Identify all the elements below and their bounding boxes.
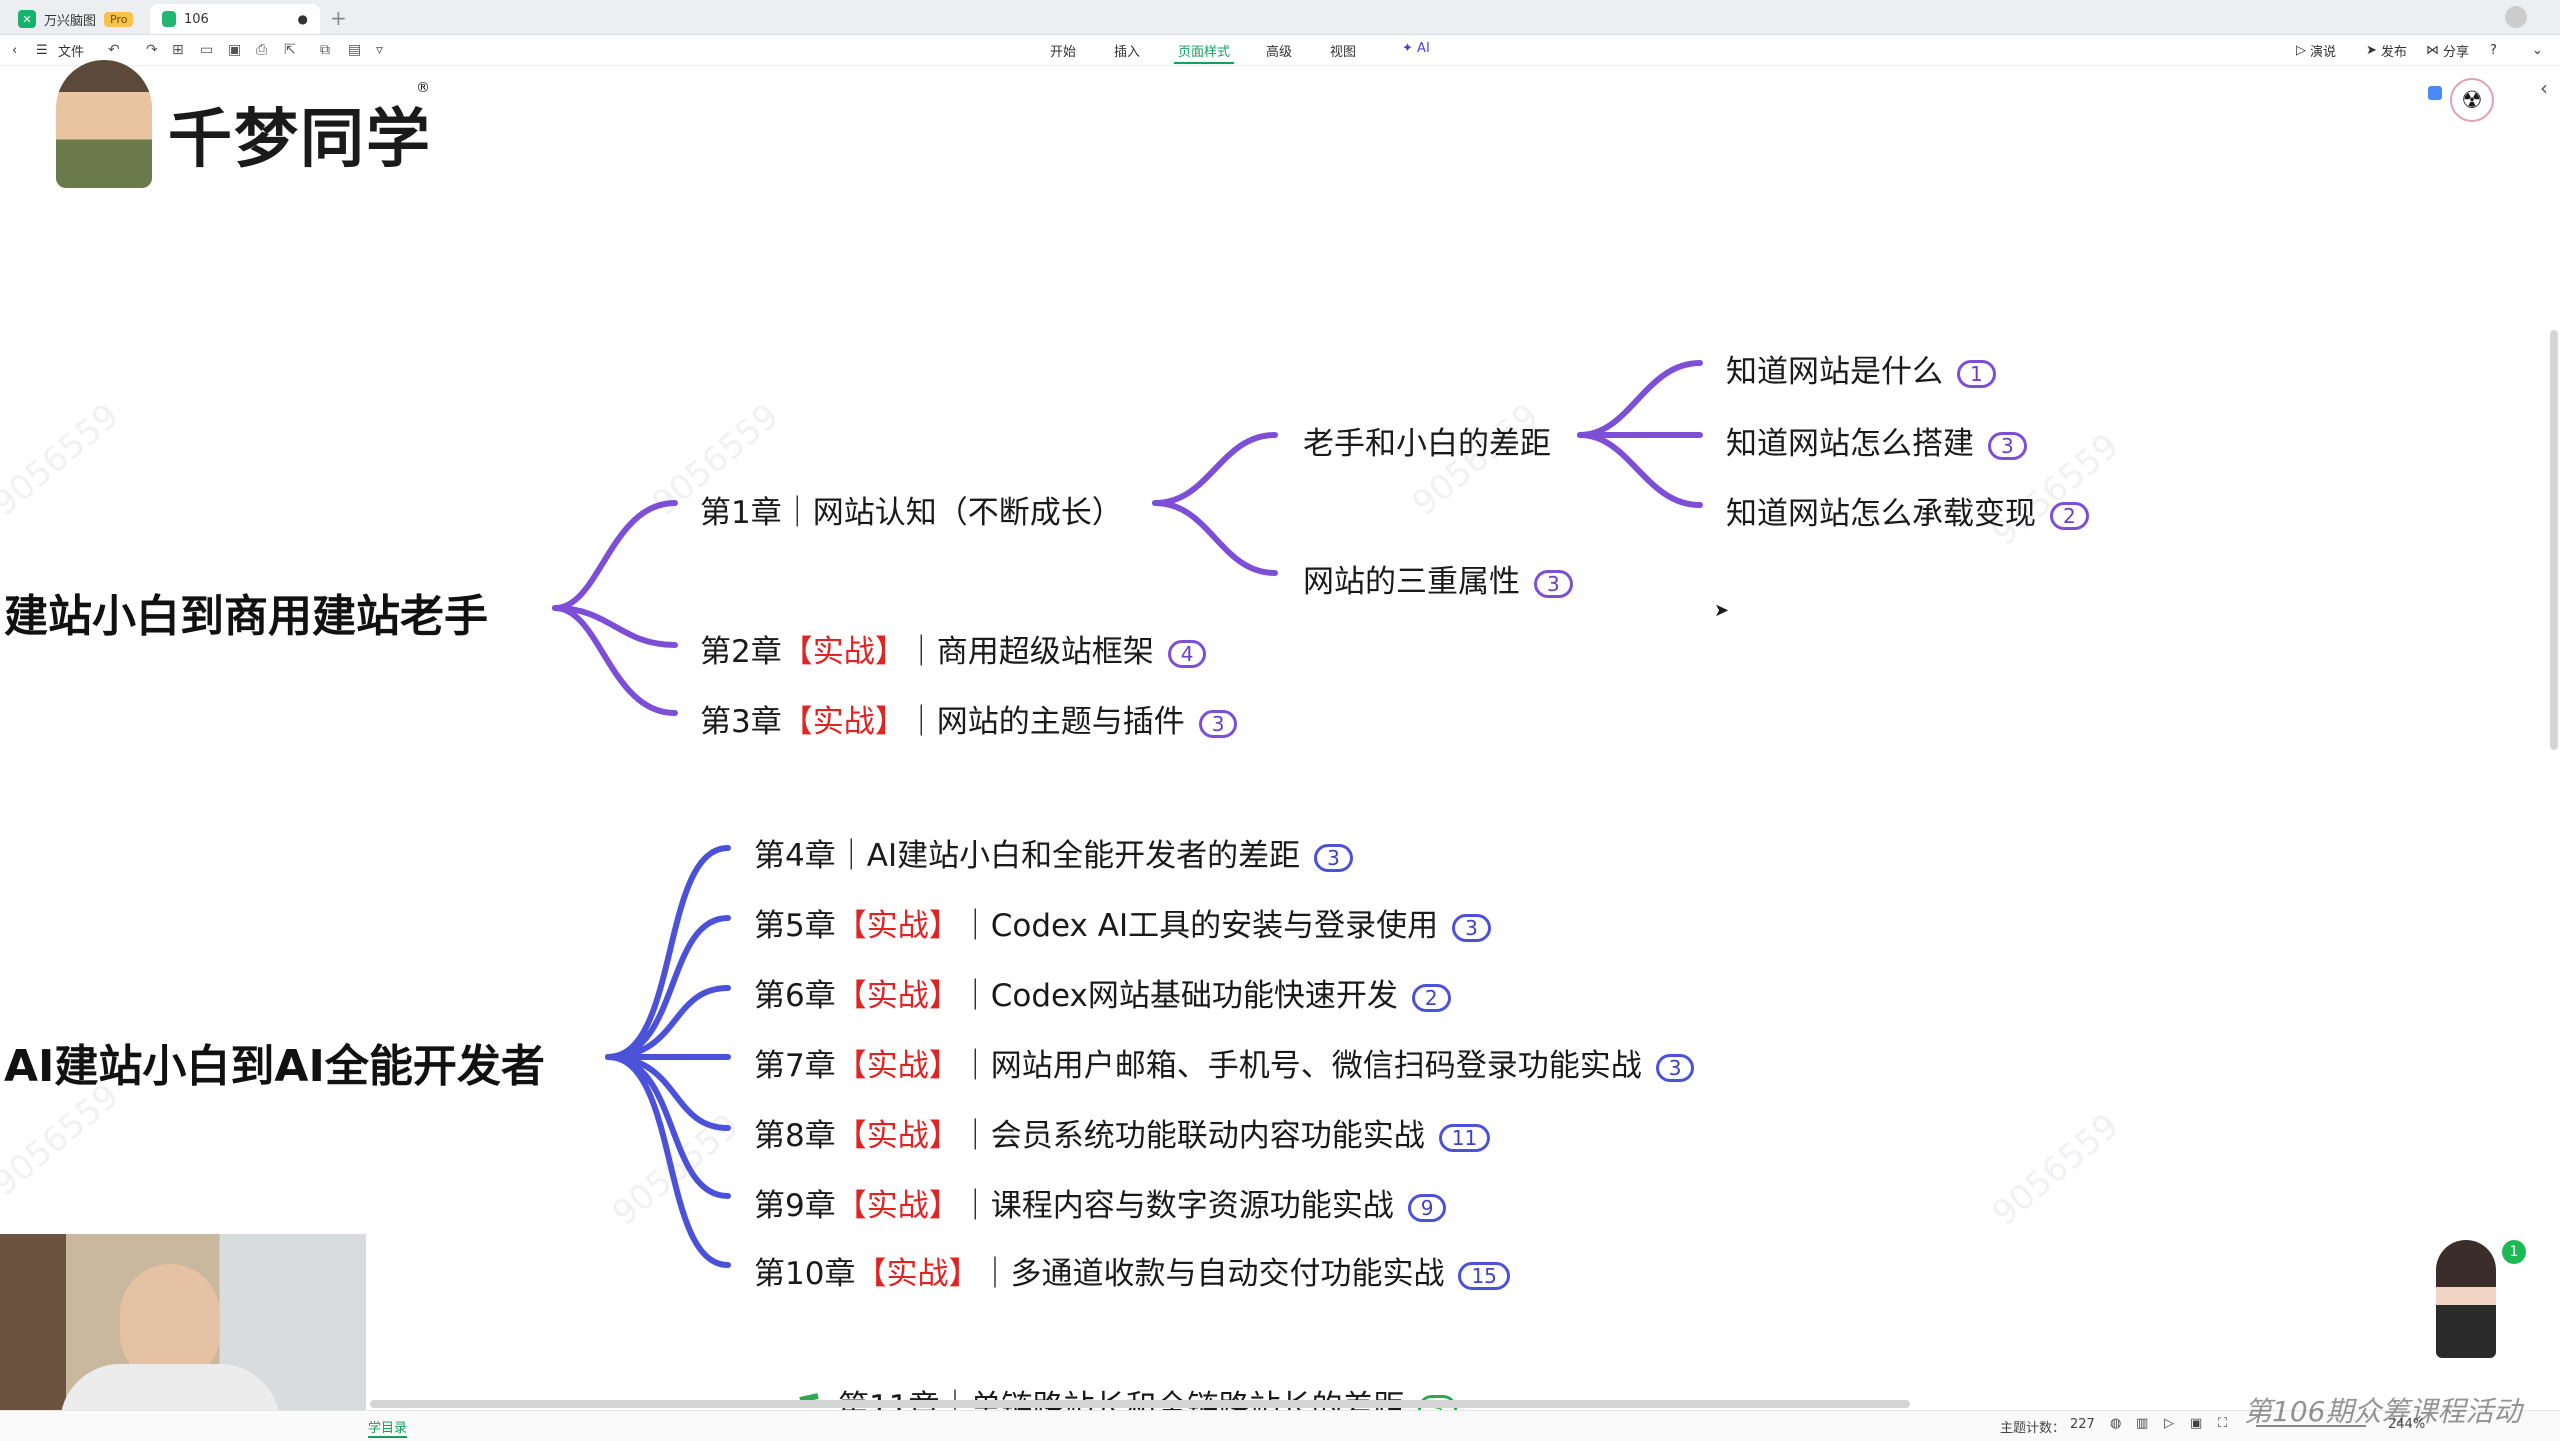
subtopic-count-badge[interactable]: 3 bbox=[1314, 843, 1353, 872]
subtopic-count-badge[interactable]: 3 bbox=[1452, 913, 1491, 942]
topic-count-label: 主题计数： bbox=[2000, 1421, 2066, 1436]
chapter-number: 第1章 bbox=[700, 495, 782, 531]
chapter-title: ｜网站用户邮箱、手机号、微信扫码登录功能实战 bbox=[959, 1048, 1642, 1084]
mouse-cursor-icon: ➤ bbox=[1714, 600, 1730, 621]
chapter-number: 第5章 bbox=[754, 908, 836, 944]
topic-three-attributes[interactable]: 网站的三重属性 3 bbox=[1303, 556, 1573, 601]
topic-what-is-website[interactable]: 知道网站是什么 1 bbox=[1726, 346, 1996, 391]
subtopic-count-badge[interactable]: 15 bbox=[1458, 1261, 1510, 1290]
topic-label: 知道网站怎么承载变现 bbox=[1726, 496, 2036, 532]
chapter-title: ｜AI建站小白和全能开发者的差距 bbox=[835, 838, 1301, 874]
chapter-title: ｜网站认知（不断成长） bbox=[781, 495, 1123, 531]
book-icon[interactable]: ▥ bbox=[2136, 1416, 2148, 1431]
topic-ch7[interactable]: 第7章【实战】｜网站用户邮箱、手机号、微信扫码登录功能实战 3 bbox=[754, 1040, 1695, 1085]
topic-label: 网站的三重属性 bbox=[1303, 564, 1520, 600]
root-topic-2[interactable]: AI建站小白到AI全能开发者 bbox=[4, 1030, 545, 1094]
practice-tag: 【实战】 bbox=[781, 704, 906, 740]
practice-tag: 【实战】 bbox=[781, 634, 906, 670]
chapter-title: ｜Codex AI工具的安装与登录使用 bbox=[959, 908, 1439, 944]
connector bbox=[605, 915, 731, 1060]
topic-ch1[interactable]: 第1章｜网站认知（不断成长） bbox=[700, 487, 1123, 532]
topic-ch2[interactable]: 第2章【实战】｜商用超级站框架 4 bbox=[700, 626, 1207, 671]
practice-tag: 【实战】 bbox=[835, 1048, 960, 1084]
topic-label: 知道网站怎么搭建 bbox=[1726, 426, 1974, 462]
connector bbox=[1577, 432, 1703, 508]
chapter-number: 第6章 bbox=[754, 978, 836, 1014]
chapter-number: 第3章 bbox=[700, 704, 782, 740]
status-bar: 学目录 主题计数： 227 ◍ ▥ ▷ ▣ ⛶ 244% bbox=[0, 1410, 2560, 1441]
subtopic-count-badge[interactable]: 11 bbox=[1438, 1123, 1491, 1152]
vertical-scrollbar[interactable] bbox=[2550, 330, 2558, 750]
chapter-title: ｜Codex网站基础功能快速开发 bbox=[959, 978, 1398, 1014]
play-icon[interactable]: ▷ bbox=[2164, 1416, 2174, 1431]
topic-ch9[interactable]: 第9章【实战】｜课程内容与数字资源功能实战 9 bbox=[754, 1180, 1447, 1225]
subtopic-count-badge[interactable]: 3 bbox=[1655, 1053, 1695, 1082]
chapter-title: ｜多通道收款与自动交付功能实战 bbox=[979, 1256, 1445, 1292]
chapter-number: 第2章 bbox=[700, 634, 782, 670]
practice-tag: 【实战】 bbox=[835, 1188, 960, 1224]
chapter-number: 第7章 bbox=[754, 1048, 836, 1084]
subtopic-count-badge[interactable]: 1 bbox=[1957, 359, 1996, 388]
chapter-title: ｜商用超级站框架 bbox=[905, 634, 1154, 670]
topic-ch5[interactable]: 第5章【实战】｜Codex AI工具的安装与登录使用 3 bbox=[754, 900, 1491, 945]
practice-tag: 【实战】 bbox=[835, 908, 960, 944]
chapter-number: 第4章 bbox=[754, 838, 836, 874]
connector bbox=[1152, 500, 1278, 576]
subtopic-count-badge[interactable]: 3 bbox=[1198, 709, 1238, 738]
topic-monetize[interactable]: 知道网站怎么承载变现 2 bbox=[1726, 488, 2089, 533]
fit-icon[interactable]: ▣ bbox=[2190, 1416, 2202, 1431]
root-topic-1[interactable]: 建站小白到商用建站老手 bbox=[4, 580, 488, 644]
horizontal-scrollbar[interactable] bbox=[370, 1400, 1910, 1408]
topic-label: 知道网站是什么 bbox=[1726, 354, 1943, 390]
caption-overlay: 第106期众筹课程活动 bbox=[2244, 1395, 2522, 1428]
chapter-title: ｜会员系统功能联动内容功能实战 bbox=[959, 1118, 1425, 1154]
topic-ch4[interactable]: 第4章｜AI建站小白和全能开发者的差距 3 bbox=[754, 830, 1353, 875]
subtopic-count-badge[interactable]: 9 bbox=[1407, 1193, 1447, 1222]
connector bbox=[1577, 360, 1703, 438]
topic-ch6[interactable]: 第6章【实战】｜Codex网站基础功能快速开发 2 bbox=[754, 970, 1451, 1015]
globe-icon[interactable]: ◍ bbox=[2110, 1416, 2121, 1431]
connector bbox=[1152, 432, 1278, 506]
chapter-title: ｜课程内容与数字资源功能实战 bbox=[959, 1188, 1394, 1224]
practice-tag: 【实战】 bbox=[835, 1118, 960, 1154]
practice-tag: 【实战】 bbox=[855, 1256, 980, 1292]
outline-tab[interactable]: 学目录 bbox=[368, 1417, 408, 1438]
subtopic-count-badge[interactable]: 3 bbox=[1988, 431, 2027, 460]
connector bbox=[552, 500, 678, 611]
notification-badge[interactable]: 1 bbox=[2502, 1240, 2526, 1264]
topic-ch8[interactable]: 第8章【实战】｜会员系统功能联动内容功能实战 11 bbox=[754, 1110, 1491, 1155]
practice-tag: 【实战】 bbox=[835, 978, 960, 1014]
fullscreen-icon[interactable]: ⛶ bbox=[2218, 1416, 2227, 1431]
subtopic-count-badge[interactable]: 4 bbox=[1167, 639, 1207, 668]
subtopic-count-badge[interactable]: 3 bbox=[1534, 569, 1573, 598]
topic-count: 227 bbox=[2070, 1417, 2095, 1432]
subtopic-count-badge[interactable]: 2 bbox=[1411, 983, 1451, 1012]
subtopic-count-badge[interactable]: 2 bbox=[2050, 501, 2089, 530]
assistant-character[interactable] bbox=[2436, 1240, 2496, 1358]
chapter-number: 第9章 bbox=[754, 1188, 836, 1224]
chapter-number: 第10章 bbox=[754, 1256, 856, 1292]
chapter-title: ｜网站的主题与插件 bbox=[905, 704, 1185, 740]
topic-how-to-build[interactable]: 知道网站怎么搭建 3 bbox=[1726, 418, 2027, 463]
topic-ch10[interactable]: 第10章【实战】｜多通道收款与自动交付功能实战 15 bbox=[754, 1248, 1510, 1293]
chapter-number: 第8章 bbox=[754, 1118, 836, 1154]
topic-gap[interactable]: 老手和小白的差距 bbox=[1303, 418, 1551, 463]
topic-ch3[interactable]: 第3章【实战】｜网站的主题与插件 3 bbox=[700, 696, 1238, 741]
